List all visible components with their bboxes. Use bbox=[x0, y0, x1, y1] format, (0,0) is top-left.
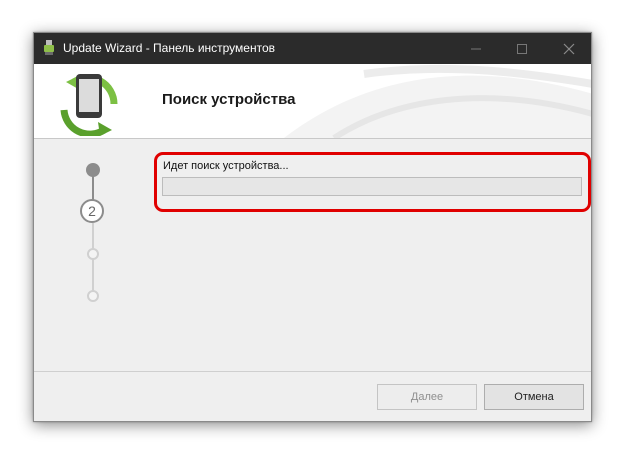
step-2-current: 2 bbox=[80, 199, 104, 223]
page-title: Поиск устройства bbox=[162, 91, 296, 108]
step-1-done bbox=[86, 163, 100, 177]
close-button[interactable] bbox=[546, 33, 591, 64]
footer-divider bbox=[34, 371, 591, 372]
close-icon bbox=[563, 43, 575, 55]
wizard-header: Поиск устройства bbox=[34, 64, 591, 139]
minimize-icon bbox=[471, 48, 481, 50]
step-4-pending bbox=[87, 290, 99, 302]
step-3-pending bbox=[87, 248, 99, 260]
highlight-annotation bbox=[154, 152, 591, 212]
minimize-button[interactable] bbox=[453, 33, 499, 64]
wizard-window: Update Wizard - Панель инструментов Поис… bbox=[33, 32, 592, 422]
wizard-steps: 2 bbox=[34, 139, 154, 369]
next-button[interactable]: Далее bbox=[377, 384, 477, 410]
usb-plug-icon bbox=[44, 40, 54, 55]
cancel-button[interactable]: Отмена bbox=[484, 384, 584, 410]
maximize-button[interactable] bbox=[499, 33, 545, 64]
maximize-icon bbox=[517, 44, 527, 54]
window-title: Update Wizard - Панель инструментов bbox=[63, 41, 276, 55]
phone-sync-icon bbox=[60, 74, 118, 136]
title-bar[interactable]: Update Wizard - Панель инструментов bbox=[34, 33, 591, 64]
step-connector-pending bbox=[92, 223, 94, 299]
